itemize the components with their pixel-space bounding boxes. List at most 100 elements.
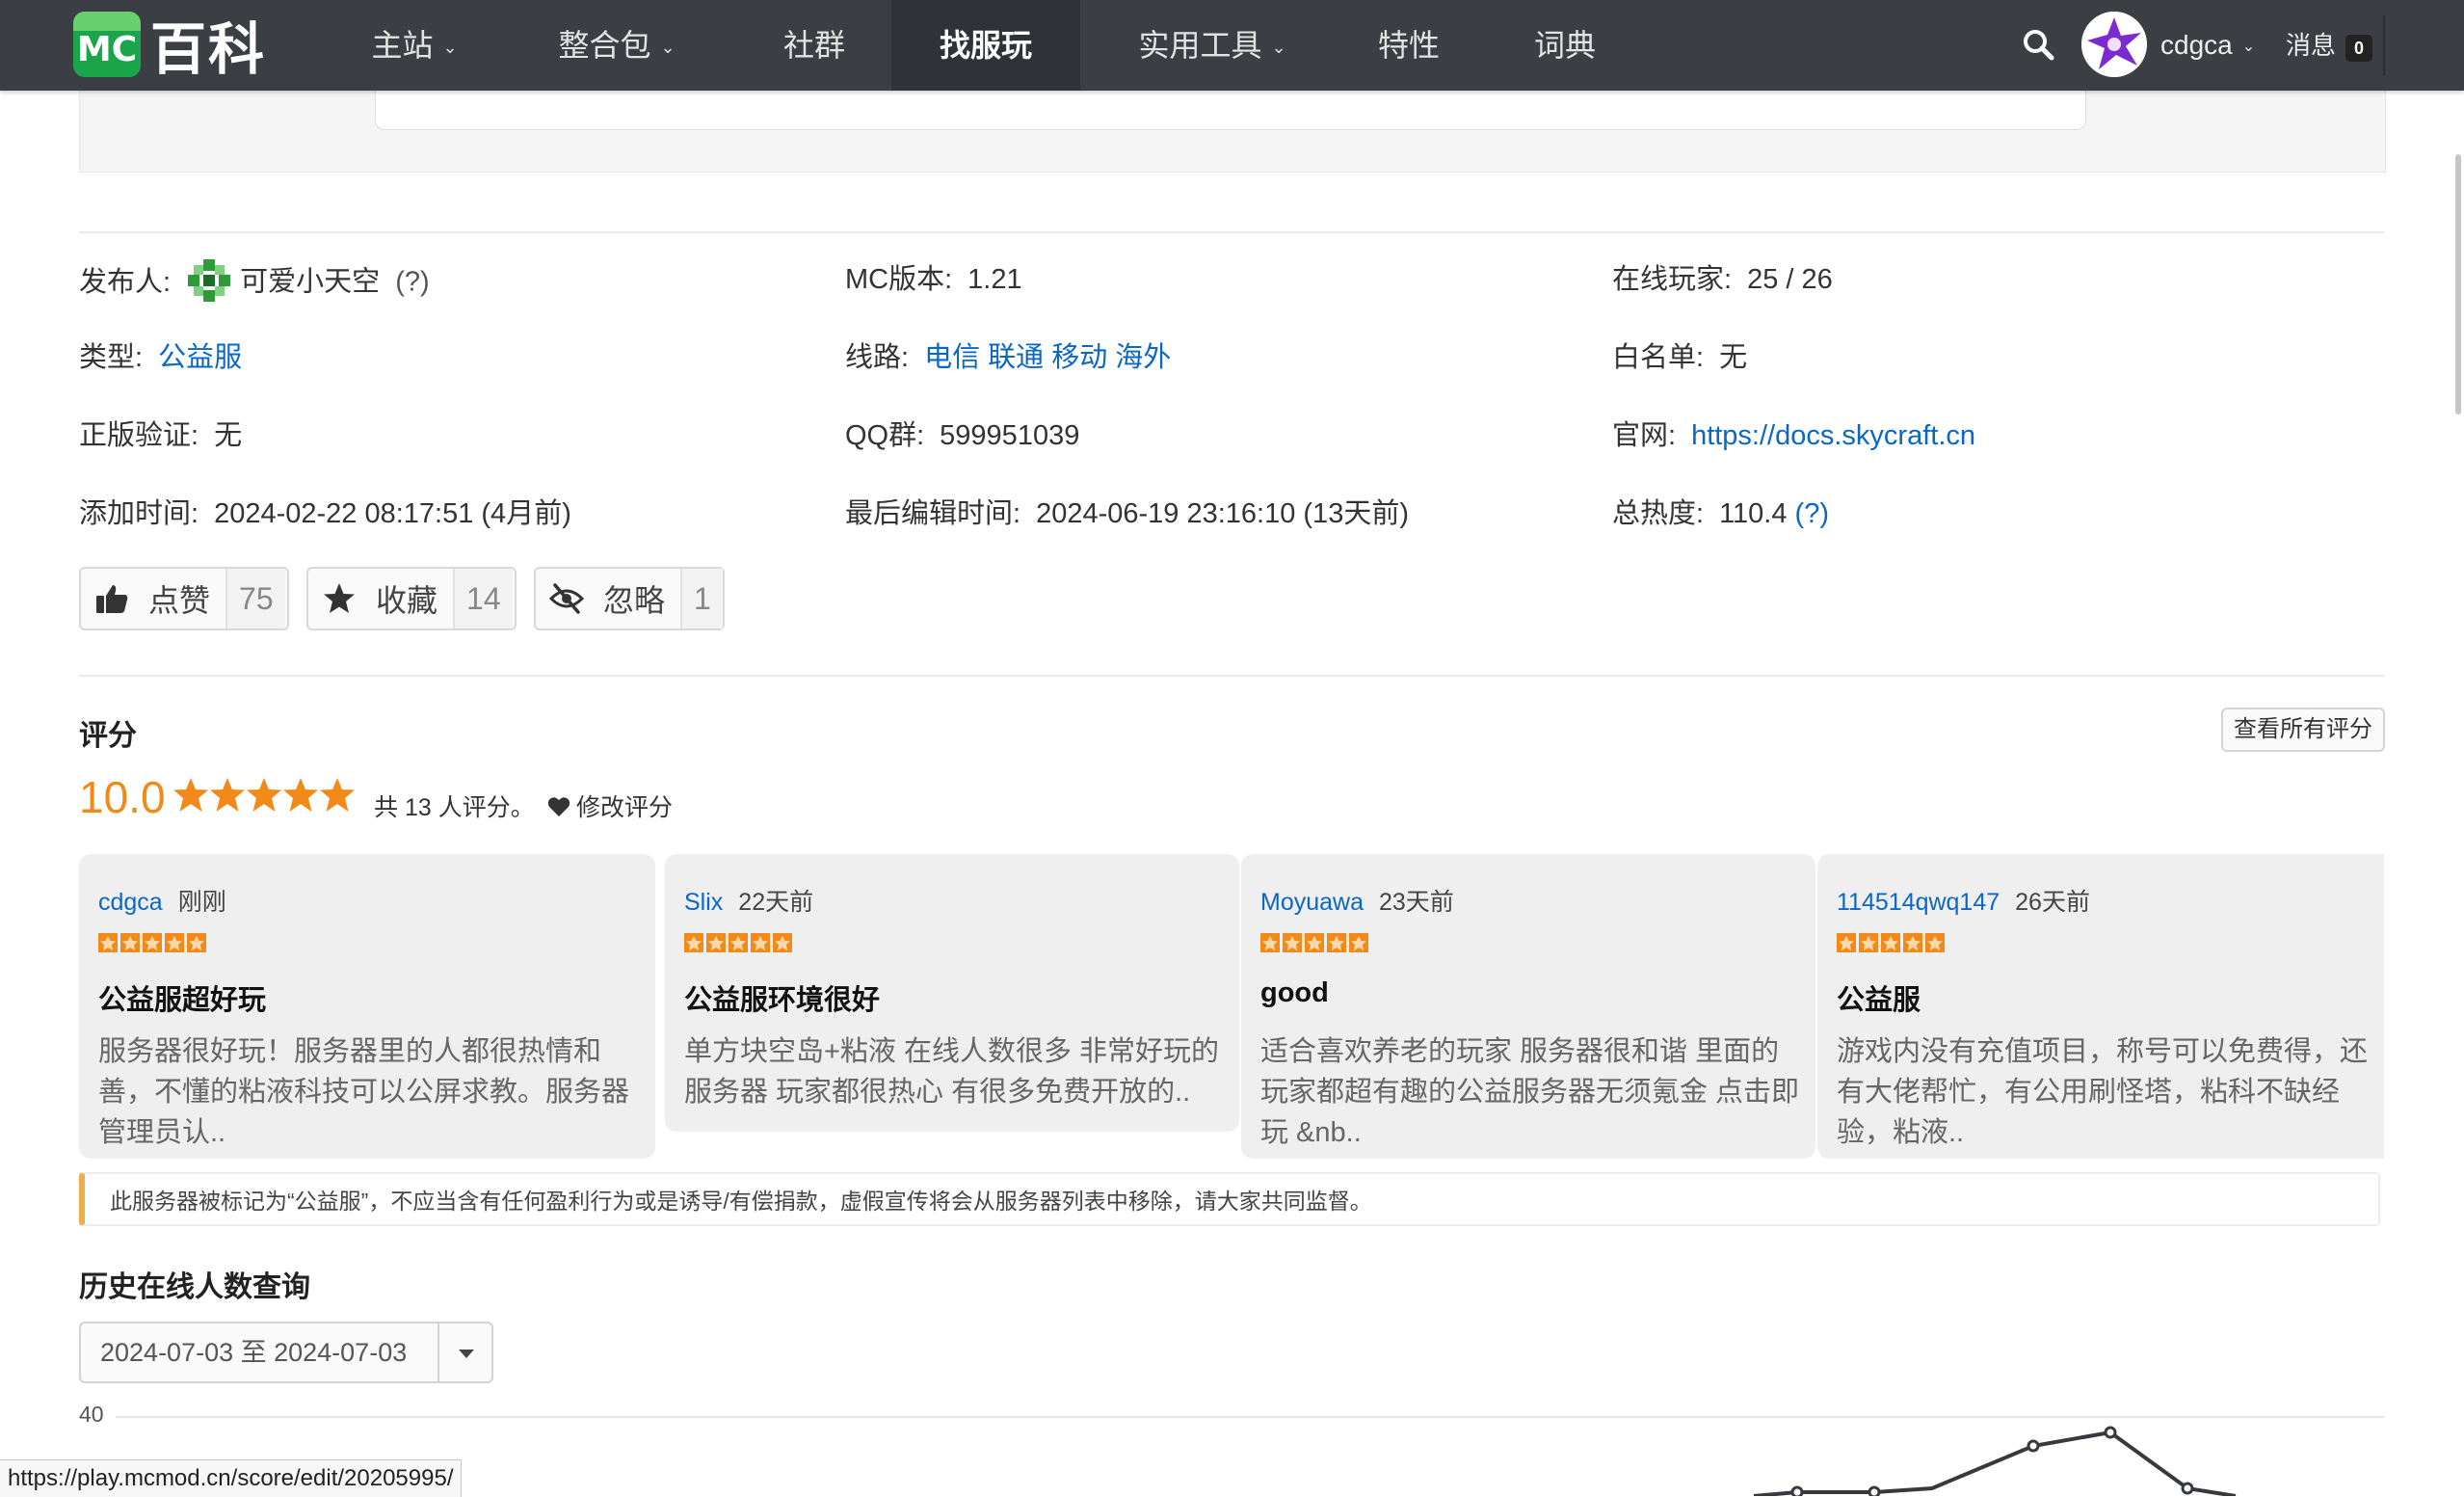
publisher-avatar-icon[interactable] [186, 257, 233, 304]
history-title: 历史在线人数查询 [79, 1271, 310, 1303]
review-body: 单方块空岛+粘液 在线人数很多 非常好玩的服务器 玩家都很热心 有很多免费开放的… [684, 1036, 1220, 1108]
type-link[interactable]: 公益服 [158, 342, 242, 373]
review-time: 刚刚 [177, 889, 226, 916]
mc-version-value: 1.21 [967, 264, 1022, 295]
nav-divider [2383, 15, 2385, 75]
navbar: MC 百科 主站 ⌄ 整合包 ⌄ 社群 找服玩 实用工具 ⌄ 特性 词典 cdgca ⌄… [0, 0, 2464, 91]
messages-link[interactable]: 消息 0 [2286, 0, 2373, 91]
ignore-count: 1 [680, 569, 723, 628]
review-user-link[interactable]: cdgca [98, 889, 163, 916]
thumbs-up-icon [96, 585, 128, 613]
star-icon [324, 583, 355, 613]
ignore-button[interactable]: 忽略 1 [534, 567, 725, 630]
view-all-ratings-button[interactable]: 查看所有评分 [2221, 708, 2385, 752]
heat-help[interactable]: (?) [1795, 498, 1829, 529]
avatar[interactable] [2081, 12, 2147, 77]
auth-value: 无 [214, 420, 243, 451]
route-link[interactable]: 海外 [1115, 342, 1171, 373]
type-label: 类型: [79, 342, 144, 373]
heat-label: 总热度: [1612, 498, 1705, 529]
nav-item-tools[interactable]: 实用工具 ⌄ [1116, 0, 1309, 91]
nav-item-dictionary[interactable]: 词典 [1515, 0, 1615, 91]
rating-stars [173, 778, 355, 812]
review-title: good [1260, 977, 1329, 1008]
review-card[interactable]: cdgca 刚刚 公益服超好玩 服务器很好玩！服务器里的人都很热情和善，不懂的粘液… [79, 854, 655, 1159]
review-user-link[interactable]: Moyuawa [1260, 889, 1364, 916]
whitelist-label: 白名单: [1612, 342, 1705, 373]
publisher-help[interactable]: (?) [395, 267, 429, 298]
caret-down-icon [459, 1350, 474, 1358]
info-added: 添加时间: 2024-02-22 08:17:51 (4月前) [79, 495, 571, 533]
nav-item-label: 词典 [1533, 28, 1596, 63]
added-label: 添加时间: [79, 498, 199, 529]
info-qq: QQ群: 599951039 [845, 416, 1079, 455]
date-range-select[interactable]: 2024-07-03 至 2024-07-03 [79, 1322, 493, 1383]
review-time: 23天前 [1379, 889, 1454, 916]
publisher-label: 发布人: [79, 266, 172, 298]
search-icon[interactable] [2020, 26, 2058, 65]
logo-mc-badge: MC [73, 12, 141, 77]
info-site: 官网: https://docs.skycraft.cn [1612, 416, 1975, 455]
info-publisher: 发布人: 可爱小天空 (?) [79, 257, 430, 307]
star-icon [210, 778, 245, 812]
star-icon [173, 778, 208, 812]
review-card[interactable]: Slix 22天前 公益服环境很好 单方块空岛+粘液 在线人数很多 非常好玩的服务… [665, 854, 1239, 1132]
rating-title: 评分 [79, 720, 137, 752]
nav-item-label: 社群 [782, 28, 845, 63]
online-label: 在线玩家: [1612, 264, 1733, 295]
review-meta: Slix 22天前 [684, 883, 813, 918]
user-name: cdgca [2160, 30, 2233, 60]
site-label: 官网: [1612, 420, 1677, 451]
nav-item-find-server[interactable]: 找服玩 [891, 0, 1080, 91]
chevron-down-icon: ⌄ [660, 38, 676, 57]
edit-rating-link[interactable]: 修改评分 [547, 789, 673, 823]
divider [79, 675, 2384, 677]
review-time: 26天前 [2015, 889, 2090, 916]
review-card[interactable]: 114514qwq147 26天前 公益服 游戏内没有充值项目，称号可以免费得，还… [1817, 854, 2384, 1159]
added-value: 2024-02-22 08:17:51 (4月前) [214, 498, 571, 529]
messages-badge: 0 [2345, 35, 2373, 62]
date-range-dropdown-button[interactable] [437, 1323, 493, 1381]
nav-item-label: 实用工具 [1138, 28, 1262, 63]
user-menu[interactable]: cdgca ⌄ [2160, 0, 2255, 95]
nav-item-main[interactable]: 主站 ⌄ [357, 0, 472, 91]
nav-item-community[interactable]: 社群 [761, 0, 867, 91]
edited-label: 最后编辑时间: [845, 498, 1021, 529]
review-meta: cdgca 刚刚 [98, 883, 226, 918]
site-logo[interactable]: MC 百科 [73, 10, 266, 81]
nav-item-features[interactable]: 特性 [1359, 0, 1459, 91]
like-button[interactable]: 点赞 75 [79, 567, 289, 630]
info-edited: 最后编辑时间: 2024-06-19 23:16:10 (13天前) [845, 495, 1409, 533]
site-link[interactable]: https://docs.skycraft.cn [1691, 420, 1975, 451]
star-icon [283, 778, 318, 812]
star-icon [247, 778, 281, 812]
heart-icon [547, 797, 570, 816]
like-count: 75 [225, 569, 285, 628]
chart-series-line [1753, 1430, 2237, 1496]
review-body: 服务器很好玩！服务器里的人都很热情和善，不懂的粘液科技可以公屏求教。服务器管理员… [98, 1036, 630, 1148]
route-link[interactable]: 联通 [988, 342, 1044, 373]
review-title: 公益服 [1837, 985, 1921, 1016]
review-stars [98, 933, 206, 952]
logo-text: 百科 [150, 18, 267, 81]
divider [79, 231, 2384, 233]
scrollbar-thumb[interactable] [2455, 154, 2461, 414]
like-label: 点赞 [148, 583, 211, 618]
review-user-link[interactable]: 114514qwq147 [1837, 889, 2000, 916]
chart-point [2181, 1482, 2194, 1495]
review-user-link[interactable]: Slix [684, 889, 723, 916]
chart-point [1790, 1485, 1804, 1496]
qq-value: 599951039 [940, 420, 1080, 451]
route-label: 线路: [845, 342, 910, 373]
nav-item-label: 找服玩 [939, 28, 1032, 63]
publisher-name[interactable]: 可爱小天空 [240, 267, 380, 298]
review-meta: 114514qwq147 26天前 [1837, 883, 2090, 918]
nav-item-modpack[interactable]: 整合包 ⌄ [540, 0, 694, 91]
date-range-value: 2024-07-03 至 2024-07-03 [100, 1338, 408, 1367]
review-card[interactable]: Moyuawa 23天前 good 适合喜欢养老的玩家 服务器很和谐 里面的玩家都… [1241, 854, 1815, 1159]
favorite-button[interactable]: 收藏 14 [306, 567, 517, 630]
review-meta: Moyuawa 23天前 [1260, 883, 1454, 918]
review-time: 22天前 [738, 889, 814, 916]
route-link[interactable]: 移动 [1051, 342, 1107, 373]
route-link[interactable]: 电信 [924, 342, 980, 373]
